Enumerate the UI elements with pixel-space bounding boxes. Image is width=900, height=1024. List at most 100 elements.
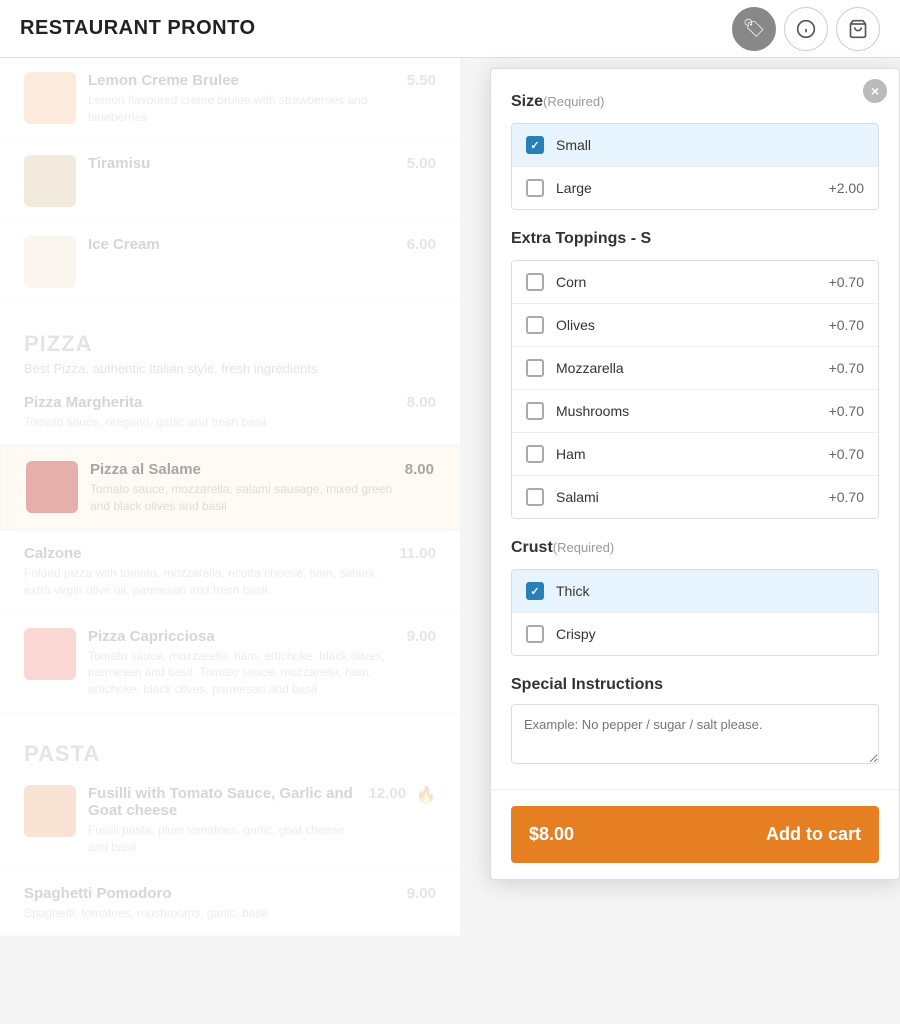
ham-price: +0.70 bbox=[829, 446, 864, 462]
size-option-group: Small Large +2.00 bbox=[511, 123, 879, 210]
size-option-large[interactable]: Large +2.00 bbox=[512, 167, 878, 209]
item-price: 5.00 bbox=[407, 155, 436, 172]
list-item[interactable]: Spaghetti Pomodoro Spaghetti, tomatoes, … bbox=[0, 871, 460, 937]
salami-label: Salami bbox=[556, 489, 829, 505]
category-header-pizza: PIZZA Best Pizza, authentic Italian styl… bbox=[0, 303, 460, 380]
item-info: Pizza al Salame Tomato sauce, mozzarella… bbox=[90, 461, 393, 515]
item-name: Pizza al Salame bbox=[90, 461, 393, 478]
ham-checkbox[interactable] bbox=[526, 445, 544, 463]
thick-checkbox[interactable] bbox=[526, 582, 544, 600]
toppings-option-group: Corn +0.70 Olives +0.70 Mozzarella +0.70 bbox=[511, 260, 879, 519]
item-image bbox=[26, 461, 78, 513]
topping-mushrooms[interactable]: Mushrooms +0.70 bbox=[512, 390, 878, 433]
main-content: Lemon Creme Brulee Lemon flavoured crème… bbox=[0, 58, 900, 936]
item-name: Pizza Capricciosa bbox=[88, 628, 395, 645]
popup-body: Size(Required) Small Large +2.00 Ext bbox=[491, 69, 899, 789]
required-label: (Required) bbox=[543, 94, 604, 109]
header-icons: 🏷 bbox=[732, 7, 880, 51]
item-price: 9.00 bbox=[407, 885, 436, 902]
item-options-popup: × Size(Required) Small Large + bbox=[490, 68, 900, 880]
list-item[interactable]: Fusilli with Tomato Sauce, Garlic and Go… bbox=[0, 771, 460, 871]
category-title: PASTA bbox=[24, 741, 436, 767]
item-name: Fusilli with Tomato Sauce, Garlic and Go… bbox=[88, 785, 357, 819]
item-image bbox=[24, 72, 76, 124]
item-info: Pizza Margherita Tomato sauce, oregano, … bbox=[24, 394, 395, 431]
corn-label: Corn bbox=[556, 274, 829, 290]
olives-label: Olives bbox=[556, 317, 829, 333]
special-instructions-label: Special Instructions bbox=[511, 676, 879, 694]
item-price: 9.00 bbox=[407, 628, 436, 645]
info-nav-button[interactable] bbox=[784, 7, 828, 51]
item-price: 8.00 bbox=[405, 461, 434, 478]
app-title: RESTAURANT PRONTO bbox=[20, 17, 256, 40]
thick-label: Thick bbox=[556, 583, 864, 599]
size-large-checkbox[interactable] bbox=[526, 179, 544, 197]
topping-olives[interactable]: Olives +0.70 bbox=[512, 304, 878, 347]
hot-icon: 🔥 bbox=[416, 785, 436, 805]
special-instructions-input[interactable] bbox=[511, 704, 879, 764]
item-name: Calzone bbox=[24, 545, 387, 562]
mozzarella-checkbox[interactable] bbox=[526, 359, 544, 377]
item-price: 12.00 🔥 bbox=[369, 785, 436, 805]
topping-mozzarella[interactable]: Mozzarella +0.70 bbox=[512, 347, 878, 390]
topping-ham[interactable]: Ham +0.70 bbox=[512, 433, 878, 476]
size-option-small[interactable]: Small bbox=[512, 124, 878, 167]
item-price: 5.50 bbox=[407, 72, 436, 89]
list-item[interactable]: Tiramisu 5.00 bbox=[0, 141, 460, 222]
list-item[interactable]: Pizza Margherita Tomato sauce, oregano, … bbox=[0, 380, 460, 446]
cart-price: $8.00 bbox=[529, 824, 574, 845]
item-image bbox=[24, 236, 76, 288]
size-large-label: Large bbox=[556, 180, 829, 196]
menu-nav-button[interactable]: 🏷 bbox=[732, 7, 776, 51]
item-info: Calzone Folded pizza with tomato, mozzar… bbox=[24, 545, 387, 599]
item-info: Lemon Creme Brulee Lemon flavoured crème… bbox=[88, 72, 395, 126]
item-name: Spaghetti Pomodoro bbox=[24, 885, 395, 902]
salami-checkbox[interactable] bbox=[526, 488, 544, 506]
item-name: Ice Cream bbox=[88, 236, 395, 253]
popup-footer: $8.00 Add to cart bbox=[491, 789, 899, 879]
item-desc: Folded pizza with tomato, mozzarella, ri… bbox=[24, 565, 387, 599]
app-header: RESTAURANT PRONTO 🏷 bbox=[0, 0, 900, 58]
corn-checkbox[interactable] bbox=[526, 273, 544, 291]
item-info: Fusilli with Tomato Sauce, Garlic and Go… bbox=[88, 785, 357, 856]
size-small-label: Small bbox=[556, 137, 864, 153]
category-desc: Best Pizza, authentic Italian style, fre… bbox=[24, 361, 436, 376]
category-header-pasta: PASTA bbox=[0, 713, 460, 771]
menu-panel: Lemon Creme Brulee Lemon flavoured crème… bbox=[0, 58, 460, 936]
required-label: (Required) bbox=[553, 540, 614, 555]
crust-option-group: Thick Crispy bbox=[511, 569, 879, 656]
olives-checkbox[interactable] bbox=[526, 316, 544, 334]
add-to-cart-button[interactable]: $8.00 Add to cart bbox=[511, 806, 879, 863]
add-to-cart-label: Add to cart bbox=[766, 824, 861, 845]
list-item[interactable]: Pizza Capricciosa Tomato sauce, mozzarel… bbox=[0, 614, 460, 713]
list-item[interactable]: Ice Cream 6.00 bbox=[0, 222, 460, 303]
size-small-checkbox[interactable] bbox=[526, 136, 544, 154]
crispy-label: Crispy bbox=[556, 626, 864, 642]
topping-salami[interactable]: Salami +0.70 bbox=[512, 476, 878, 518]
item-image bbox=[24, 785, 76, 837]
item-price: 11.00 bbox=[399, 545, 436, 562]
mushrooms-price: +0.70 bbox=[829, 403, 864, 419]
item-info: Pizza Capricciosa Tomato sauce, mozzarel… bbox=[88, 628, 395, 698]
mushrooms-label: Mushrooms bbox=[556, 403, 829, 419]
crust-section-label: Crust(Required) bbox=[511, 539, 879, 557]
mozzarella-price: +0.70 bbox=[829, 360, 864, 376]
corn-price: +0.70 bbox=[829, 274, 864, 290]
item-desc: Spaghetti, tomatoes, mushrooms, garlic, … bbox=[24, 905, 395, 922]
crust-option-thick[interactable]: Thick bbox=[512, 570, 878, 613]
cart-nav-button[interactable] bbox=[836, 7, 880, 51]
item-desc: Lemon flavoured crème brulee with strawb… bbox=[88, 92, 395, 126]
mozzarella-label: Mozzarella bbox=[556, 360, 829, 376]
list-item[interactable]: Lemon Creme Brulee Lemon flavoured crème… bbox=[0, 58, 460, 141]
crispy-checkbox[interactable] bbox=[526, 625, 544, 643]
close-button[interactable]: × bbox=[863, 79, 887, 103]
list-item[interactable]: Calzone Folded pizza with tomato, mozzar… bbox=[0, 531, 460, 614]
crust-option-crispy[interactable]: Crispy bbox=[512, 613, 878, 655]
topping-corn[interactable]: Corn +0.70 bbox=[512, 261, 878, 304]
item-image bbox=[24, 628, 76, 680]
item-image bbox=[24, 155, 76, 207]
mushrooms-checkbox[interactable] bbox=[526, 402, 544, 420]
ham-label: Ham bbox=[556, 446, 829, 462]
item-name: Lemon Creme Brulee bbox=[88, 72, 395, 89]
list-item[interactable]: Pizza al Salame Tomato sauce, mozzarella… bbox=[0, 445, 460, 531]
